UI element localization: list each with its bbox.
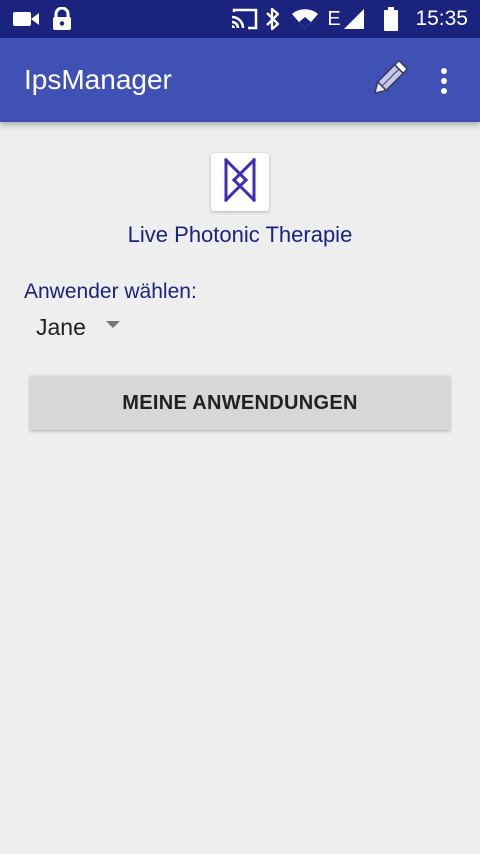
battery-icon	[382, 0, 400, 38]
network-type-label: E	[327, 7, 341, 30]
lock-icon	[50, 0, 74, 38]
overflow-menu-button[interactable]	[426, 56, 462, 106]
app-logo	[211, 153, 269, 211]
signal-icon	[342, 0, 366, 38]
video-camera-icon	[12, 0, 40, 38]
cast-icon	[229, 0, 259, 38]
edit-button[interactable]	[364, 56, 414, 106]
wifi-icon	[290, 0, 320, 38]
user-select-label: Anwender wählen:	[24, 280, 197, 303]
edit-icon	[367, 57, 411, 106]
my-applications-button[interactable]: MEINE ANWENDUNGEN	[30, 376, 450, 430]
status-bar: E 15:35	[0, 0, 480, 38]
app-bar: IpsManager	[0, 38, 480, 122]
selected-user: Jane	[36, 314, 86, 340]
bowtie-logo-icon	[220, 157, 260, 208]
more-vertical-icon	[441, 68, 447, 74]
app-subtitle: Live Photonic Therapie	[127, 222, 353, 247]
bluetooth-icon	[262, 0, 284, 38]
dropdown-arrow-icon	[106, 321, 120, 328]
user-spinner[interactable]: Jane	[24, 306, 144, 348]
status-time: 15:35	[415, 7, 468, 30]
app-title: IpsManager	[24, 64, 172, 95]
